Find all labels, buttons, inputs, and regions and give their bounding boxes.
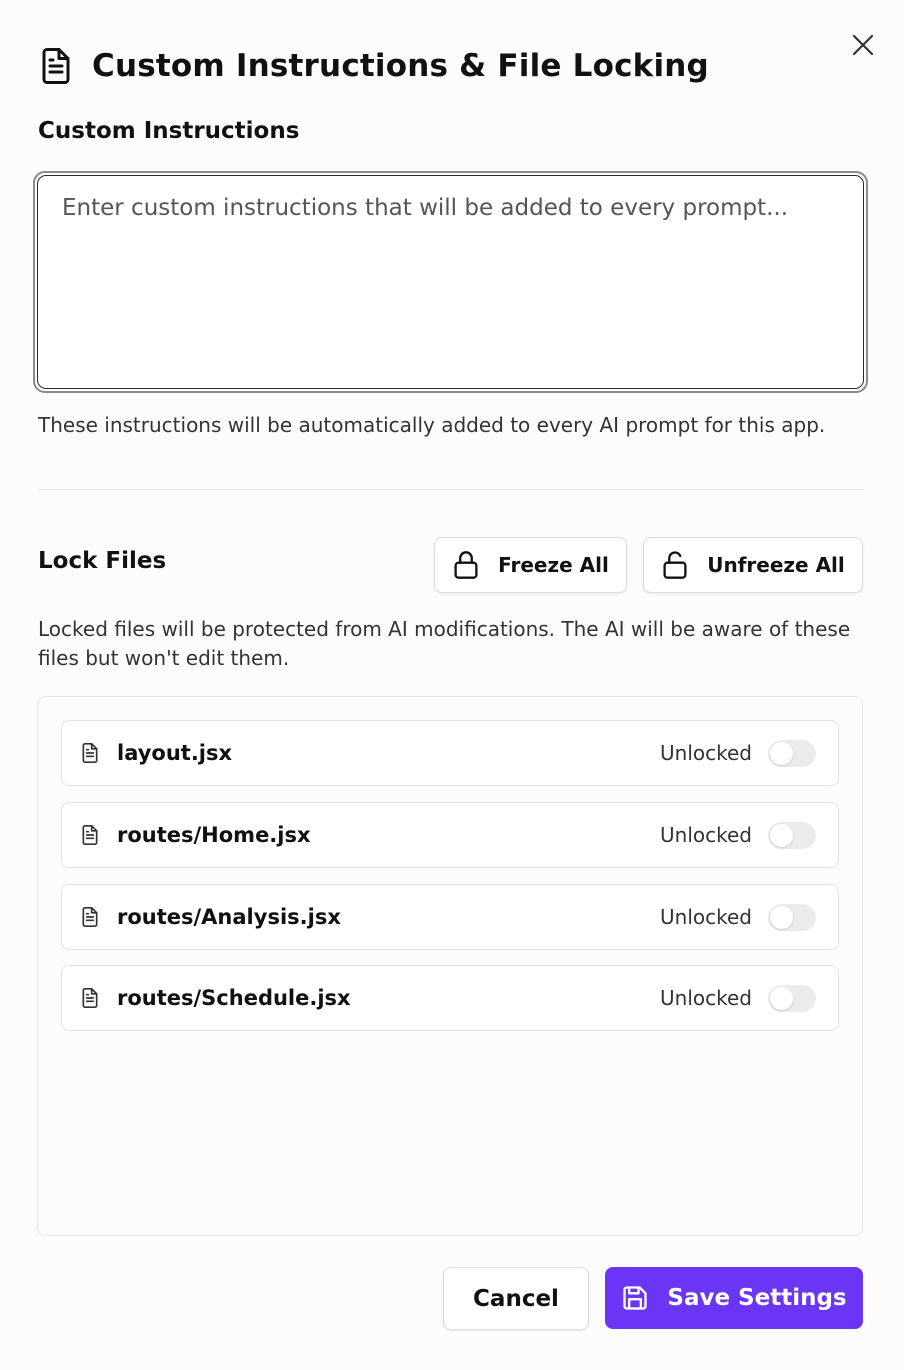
file-row: layout.jsx Unlocked xyxy=(61,720,839,786)
save-settings-label: Save Settings xyxy=(667,1285,847,1311)
toggle-knob xyxy=(770,741,793,765)
close-button[interactable] xyxy=(848,30,878,60)
file-row: routes/Schedule.jsx Unlocked xyxy=(61,965,839,1031)
file-icon xyxy=(80,824,100,846)
unlock-icon xyxy=(661,550,689,580)
custom-instructions-textarea[interactable] xyxy=(37,175,864,389)
file-lock-toggle[interactable] xyxy=(768,821,816,849)
file-lock-status: Unlocked xyxy=(660,741,752,765)
file-row: routes/Home.jsx Unlocked xyxy=(61,802,839,868)
toggle-knob xyxy=(770,905,793,929)
toggle-knob xyxy=(770,986,793,1010)
file-lock-toggle[interactable] xyxy=(768,739,816,767)
file-lock-status: Unlocked xyxy=(660,823,752,847)
file-name: routes/Home.jsx xyxy=(117,823,311,847)
lock-files-description: Locked files will be protected from AI m… xyxy=(38,617,851,670)
dialog-title: Custom Instructions & File Locking xyxy=(92,48,709,84)
file-list: layout.jsx Unlocked routes/Home.jsx Unlo… xyxy=(37,696,863,1236)
toggle-knob xyxy=(770,823,793,847)
dialog-header: Custom Instructions & File Locking xyxy=(38,42,709,90)
file-name: routes/Schedule.jsx xyxy=(117,986,351,1010)
instructions-help-text: These instructions will be automatically… xyxy=(38,413,826,437)
file-text-icon xyxy=(38,46,74,86)
file-icon xyxy=(80,987,100,1009)
save-settings-button[interactable]: Save Settings xyxy=(605,1267,863,1329)
file-lock-status: Unlocked xyxy=(660,905,752,929)
file-lock-toggle[interactable] xyxy=(768,903,816,931)
custom-instructions-label: Custom Instructions xyxy=(38,118,300,144)
file-icon xyxy=(80,906,100,928)
file-row: routes/Analysis.jsx Unlocked xyxy=(61,884,839,950)
file-name: layout.jsx xyxy=(117,741,233,765)
unfreeze-all-button[interactable]: Unfreeze All xyxy=(643,537,863,593)
lock-files-title: Lock Files xyxy=(38,548,167,574)
cancel-button[interactable]: Cancel xyxy=(443,1267,589,1330)
file-name: routes/Analysis.jsx xyxy=(117,905,341,929)
lock-icon xyxy=(452,550,480,580)
unfreeze-all-label: Unfreeze All xyxy=(707,553,845,577)
settings-dialog: Custom Instructions & File Locking Custo… xyxy=(0,0,904,1370)
freeze-all-button[interactable]: Freeze All xyxy=(434,537,627,593)
close-icon xyxy=(852,34,874,56)
file-icon xyxy=(80,742,100,764)
freeze-all-label: Freeze All xyxy=(498,553,609,577)
save-icon xyxy=(621,1284,649,1312)
file-lock-toggle[interactable] xyxy=(768,984,816,1012)
file-lock-status: Unlocked xyxy=(660,986,752,1010)
section-divider xyxy=(38,489,864,490)
instructions-focus-ring xyxy=(33,171,868,393)
